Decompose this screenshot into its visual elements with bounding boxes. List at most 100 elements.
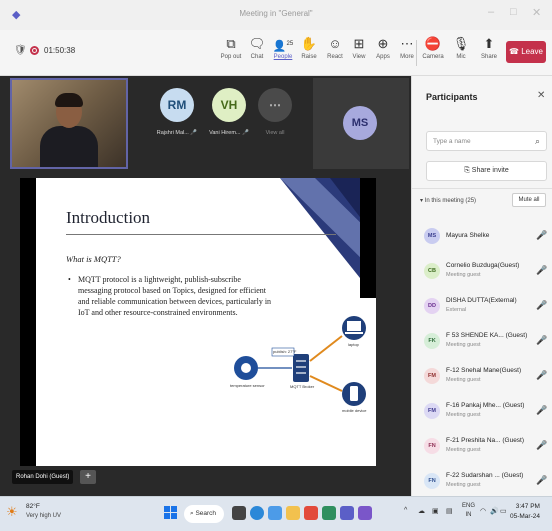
file-explorer-icon[interactable] [286,506,300,520]
app-icon[interactable] [358,506,372,520]
app-icon[interactable] [268,506,282,520]
taskbar-search[interactable]: ⌕ Search [184,505,224,523]
share-button[interactable]: ⬆ Share [476,36,502,60]
participant-name: Vani Hirem... [209,130,241,136]
app-icon[interactable] [304,506,318,520]
participant-name: F-12 Snehal Mane(Guest) [446,367,522,374]
minimize-button[interactable]: – [488,6,494,18]
mic-off-icon[interactable]: 🎤 [536,265,547,276]
windows-logo-tile [171,506,177,512]
participant-row[interactable]: CB Cornelio Buzduga(Guest) Meeting guest 🎤 [424,259,550,287]
participant-row[interactable]: DD DISHA DUTTA(External) External 🎤 [424,294,550,322]
camera-off-icon: ⛔ [424,36,442,51]
participant-row[interactable]: FN F-22 Sudarshan ... (Guest) Meeting gues… [424,469,550,497]
mic-off-icon[interactable]: 🎤 [536,405,547,416]
participant-role: Meeting guest [446,482,481,488]
view-all-button[interactable]: ⋯ View all [250,78,300,136]
zoom-in-button[interactable]: + [80,470,96,484]
start-button[interactable] [164,506,178,520]
slide-subtitle: What is MQTT? [66,254,121,264]
mobile-label: mobile device [342,408,367,413]
raise-hand-button[interactable]: ✋ Raise [296,36,322,60]
close-panel-button[interactable]: ✕ [537,90,545,101]
participant-role: Meeting guest [446,342,481,348]
window-title: Meeting in "General" [239,9,313,18]
close-window-button[interactable]: ✕ [532,6,541,19]
app-icon[interactable] [322,506,336,520]
mic-off-icon[interactable]: 🎤 [536,335,547,346]
chat-button[interactable]: 🗨 Chat [244,36,270,60]
panel-title: Participants [426,92,478,102]
people-button[interactable]: 👤25 People [270,36,296,60]
participant-row[interactable]: FM F-12 Snehal Mane(Guest) Meeting guest 🎤 [424,364,550,392]
participant-name: Rajshri Mal... [156,130,189,136]
slide-title: Introduction [66,208,151,227]
participant-tile-ms[interactable]: MS [313,78,409,169]
teams-taskbar-icon[interactable] [340,506,354,520]
avatar: FN [424,438,440,454]
volume-icon[interactable]: 🔊 [490,507,499,515]
search-input[interactable]: Type a name ⌕ [426,131,547,151]
wifi-icon[interactable]: ◠ [480,507,486,515]
search-icon: ⌕ [190,510,194,517]
apps-button[interactable]: ⊕ Apps [370,36,396,60]
share-invite-icon: ⎘ [464,167,470,174]
participant-role: Meeting guest [446,412,481,418]
battery-icon[interactable]: ▭ [500,507,507,515]
mic-off-icon[interactable]: 🎤 [536,475,547,486]
share-invite-button[interactable]: ⎘ Share invite [426,161,547,181]
mic-off-icon[interactable]: 🎤 [536,300,547,311]
view-icon: ⊞ [353,36,365,51]
onedrive-icon[interactable]: ☁ [418,507,425,515]
people-count: 25 [286,41,294,47]
participant-name: F-22 Sudarshan ... (Guest) [446,472,524,479]
title-rule [66,234,336,235]
in-meeting-section-toggle[interactable]: ▾ In this meeting (25) [420,197,476,204]
raise-hand-icon: ✋ [300,36,318,51]
participant-role: Meeting guest [446,447,481,453]
presenter-video[interactable] [10,78,128,169]
camera-button[interactable]: ⛔ Camera [420,36,446,60]
edge-icon[interactable] [250,506,264,520]
view-button[interactable]: ⊞ View [346,36,372,60]
react-button[interactable]: ☺ React [322,36,348,60]
mic-button[interactable]: 🎙 Mic [448,36,474,60]
participant-name: F 53 SHENDE KA... (Guest) [446,332,528,339]
participant-row[interactable]: FM F-16 Pankaj Mhe... (Guest) Meeting gues… [424,399,550,427]
avatar: CB [424,263,440,279]
weather-desc: Very high UV [26,513,62,519]
title-bar: ◆ Meeting in "General" – □ ✕ [0,0,552,30]
avatar: FM [424,368,440,384]
meeting-timer: 01:50:38 [44,46,76,55]
windows-logo-tile [164,513,170,519]
pop-out-button[interactable]: ⧉ Pop out [218,36,244,60]
search-placeholder: Type a name [433,138,471,145]
task-view-icon[interactable] [232,506,246,520]
mic-off-icon[interactable]: 🎤 [536,230,547,241]
participant-row[interactable]: FK F 53 SHENDE KA... (Guest) Meeting guest… [424,329,550,357]
windows-taskbar: ☀ 82°F Very high UV ⌕ Search ^ ☁ ▣ ▤ ENG… [0,496,552,531]
weather-icon[interactable]: ☀ [6,504,18,520]
mic-off-icon[interactable]: 🎤 [536,440,547,451]
chevron-up-icon[interactable]: ^ [404,507,407,514]
clock[interactable]: 3:47 PM 05-Mar-24 [510,502,540,522]
mute-all-button[interactable]: Mute all [512,193,546,207]
language-indicator[interactable]: ENG IN [462,502,475,520]
participant-role: External [446,307,467,313]
laptop-label: laptop [348,342,359,347]
participant-name: DISHA DUTTA(External) [446,297,517,304]
tray-app-icon[interactable]: ▣ [432,507,439,515]
chat-icon: 🗨 [248,36,266,51]
participant-tile-rm[interactable]: RM Rajshri Mal... 🎤 [152,78,202,136]
mic-off-icon[interactable]: 🎤 [536,370,547,381]
mic-off-icon: 🎤 [190,130,198,136]
maximize-button[interactable]: □ [510,6,517,18]
presenter-name-chip: Rohan Dohi (Guest) [12,470,74,484]
participant-tile-vh[interactable]: VH Vani Hirem... 🎤 [204,78,254,136]
mqtt-diagram: temperature sensor publish: 27°F MQTT Br… [230,306,370,426]
tray-app-icon[interactable]: ▤ [446,507,453,515]
participant-row[interactable]: FN F-21 Preshita Na... (Guest) Meeting gue… [424,434,550,462]
more-icon: ⋯ [258,88,292,122]
participant-row[interactable]: MS Mayura Shelke 🎤 [424,224,550,252]
leave-button[interactable]: ☎ Leave [506,41,546,63]
